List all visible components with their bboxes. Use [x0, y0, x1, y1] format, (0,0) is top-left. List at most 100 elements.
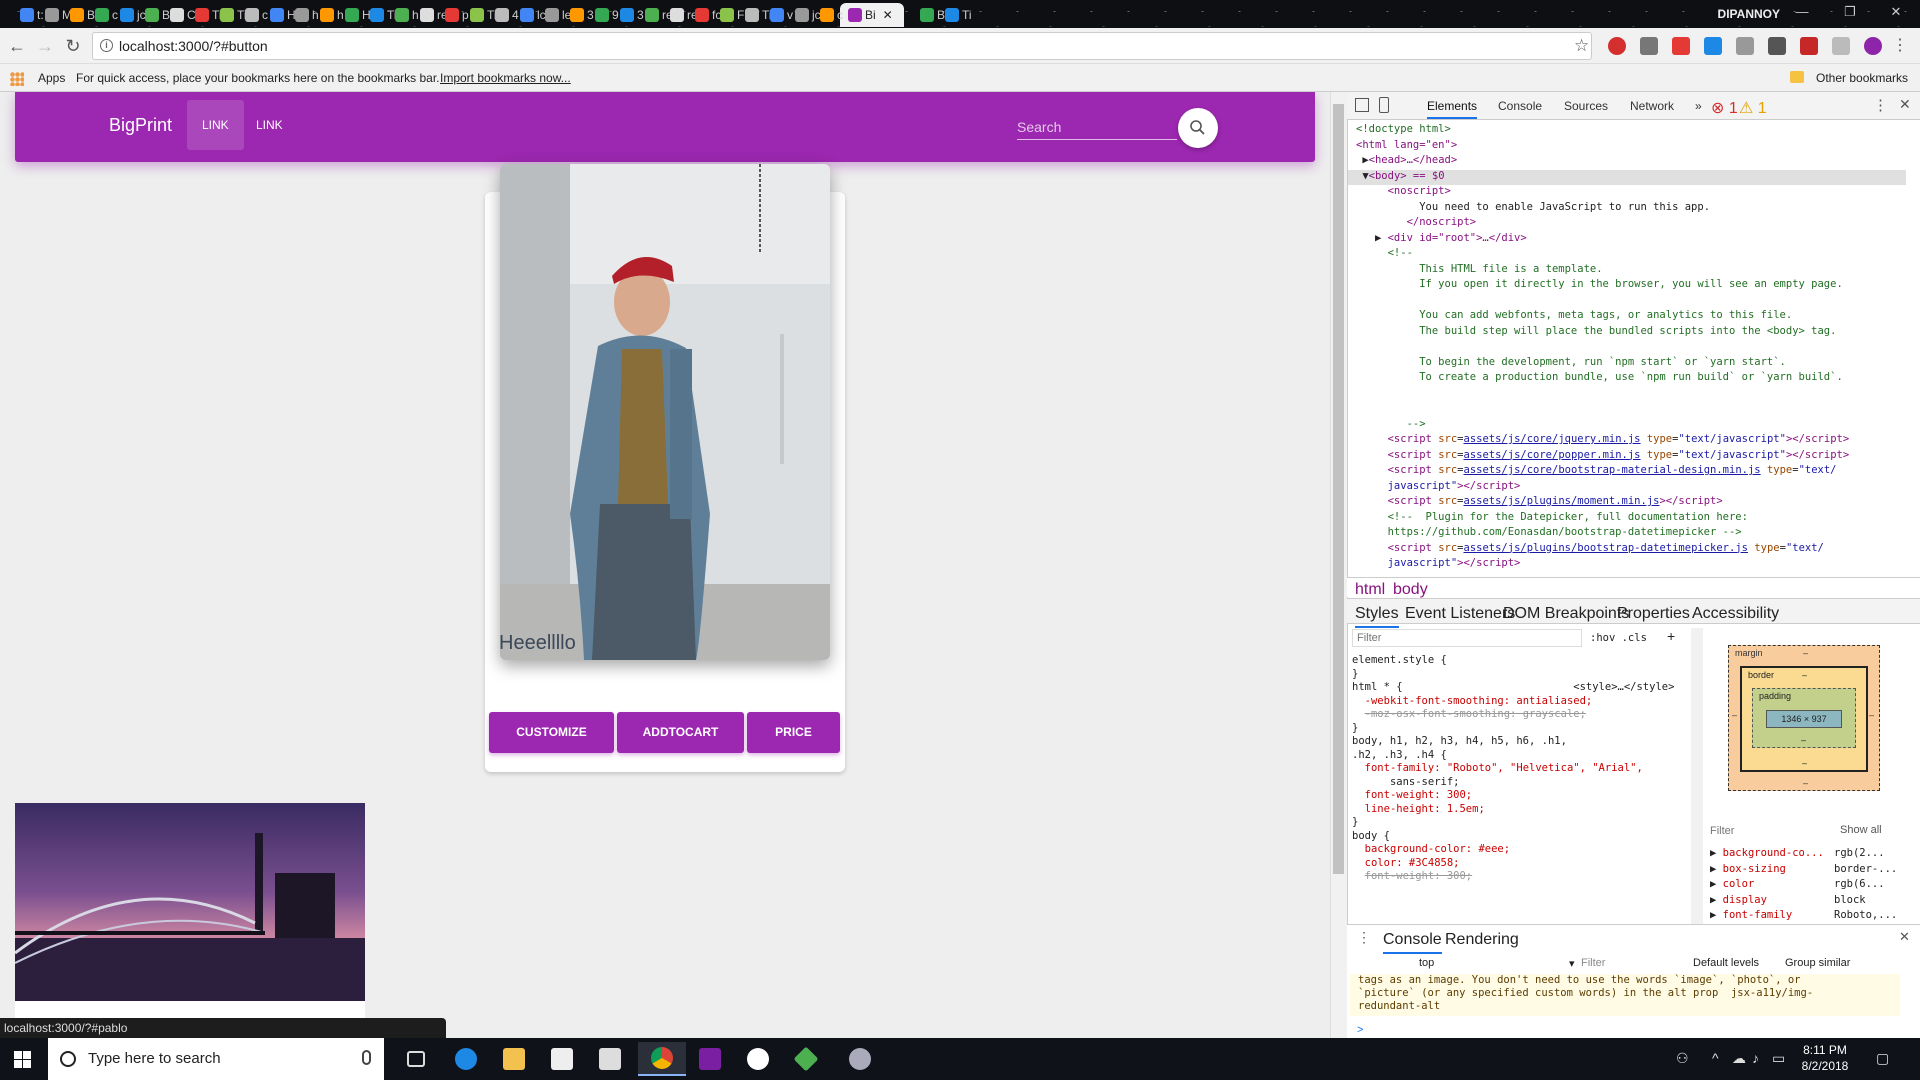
- add-to-cart-button[interactable]: ADDTOCART: [617, 712, 744, 753]
- computed-property-row[interactable]: ▶ font-family Roboto,...: [1710, 908, 1900, 924]
- microphone-icon[interactable]: [362, 1050, 371, 1065]
- chevron-up-icon[interactable]: ^: [1712, 1050, 1719, 1066]
- drawer-tab-console[interactable]: Console: [1383, 931, 1442, 954]
- apps-shortcut[interactable]: Apps: [38, 71, 65, 85]
- restore-icon[interactable]: ❐: [1830, 4, 1870, 24]
- breadcrumb-html[interactable]: html: [1355, 581, 1385, 599]
- breadcrumb-body[interactable]: body: [1393, 581, 1428, 599]
- adblock-icon[interactable]: [1672, 37, 1690, 55]
- tab-styles[interactable]: Styles: [1355, 605, 1399, 628]
- dom-head[interactable]: <head>…</head>: [1369, 154, 1458, 166]
- log-levels-select[interactable]: Default levels: [1693, 957, 1759, 969]
- computed-property-row[interactable]: ▶ color rgb(6...: [1710, 877, 1900, 893]
- bridge-image[interactable]: [15, 803, 365, 1001]
- box-model-content[interactable]: 1346 × 937: [1766, 710, 1842, 728]
- dom-body[interactable]: <body> == $0: [1369, 170, 1445, 182]
- other-bookmarks[interactable]: Other bookmarks: [1816, 71, 1908, 85]
- brand-logo[interactable]: BigPrint: [109, 115, 172, 136]
- tab-elements[interactable]: Elements: [1427, 99, 1478, 119]
- tab-accessibility[interactable]: Accessibility: [1692, 605, 1779, 623]
- search-button[interactable]: [1178, 108, 1218, 148]
- box-model-value[interactable]: –: [1802, 758, 1807, 768]
- reload-icon[interactable]: ↻: [61, 34, 85, 58]
- group-similar-checkbox[interactable]: Group similar: [1785, 957, 1850, 969]
- styles-filter-input[interactable]: [1352, 629, 1582, 647]
- volume-icon[interactable]: ♪: [1752, 1050, 1759, 1066]
- box-model-value[interactable]: –: [1801, 735, 1806, 745]
- box-model-value[interactable]: –: [1803, 648, 1808, 658]
- script-src-link[interactable]: assets/js/plugins/bootstrap-datetimepick…: [1464, 542, 1748, 554]
- dom-tree[interactable]: <!doctype html> <html lang="en"> ▶<head>…: [1356, 122, 1904, 572]
- network-icon[interactable]: ▭: [1772, 1050, 1785, 1067]
- nav-link-2[interactable]: LINK: [241, 100, 298, 150]
- css-declaration[interactable]: color: #3C4858;: [1365, 857, 1460, 869]
- profile-name[interactable]: DIPANNOY: [1718, 7, 1780, 21]
- windows-start-icon[interactable]: [14, 1051, 31, 1068]
- css-declaration-overridden[interactable]: -moz-osx-font-smoothing: grayscale;: [1365, 708, 1586, 720]
- system-clock[interactable]: 8:11 PM 8/2/2018: [1790, 1042, 1860, 1074]
- show-all-checkbox[interactable]: Show all: [1840, 824, 1882, 836]
- computed-filter-input[interactable]: [1710, 822, 1830, 840]
- cloud-icon[interactable]: ☁: [1732, 1050, 1746, 1067]
- script-src-link[interactable]: assets/js/core/popper.min.js: [1464, 449, 1641, 461]
- tab-properties[interactable]: Properties: [1617, 605, 1690, 623]
- store-icon[interactable]: [551, 1048, 573, 1070]
- context-select[interactable]: top: [1419, 957, 1434, 969]
- computed-property-row[interactable]: ▶ display block: [1710, 893, 1900, 909]
- extension-icon[interactable]: [1608, 37, 1626, 55]
- extension-icon[interactable]: [1704, 37, 1722, 55]
- mail-icon[interactable]: [599, 1048, 621, 1070]
- script-src-link[interactable]: assets/js/plugins/moment.min.js: [1464, 495, 1660, 507]
- site-info-icon[interactable]: i: [100, 39, 113, 52]
- search-input[interactable]: [1017, 114, 1177, 140]
- extension-icon[interactable]: [1768, 37, 1786, 55]
- box-model-value[interactable]: –: [1869, 710, 1874, 720]
- chrome-menu-icon[interactable]: ⋮: [1892, 35, 1908, 55]
- notifications-icon[interactable]: ▢: [1876, 1050, 1889, 1067]
- extension-icon[interactable]: [1864, 37, 1882, 55]
- people-icon[interactable]: ⚇: [1676, 1050, 1689, 1067]
- computed-property-row[interactable]: ▶ box-sizing border-...: [1710, 862, 1900, 878]
- inspect-element-icon[interactable]: [1355, 98, 1369, 112]
- browser-tab[interactable]: Ti: [937, 3, 981, 27]
- nav-link-1[interactable]: LINK: [187, 100, 244, 150]
- drawer-tab-rendering[interactable]: Rendering: [1445, 931, 1519, 949]
- minimize-icon[interactable]: —: [1782, 4, 1822, 24]
- css-declaration[interactable]: background-color: #eee;: [1365, 843, 1510, 855]
- device-toolbar-icon[interactable]: [1379, 97, 1389, 113]
- styles-scrollbar[interactable]: [1691, 628, 1703, 924]
- console-filter-input[interactable]: Filter: [1567, 957, 1605, 969]
- tab-dom-breakpoints[interactable]: DOM Breakpoints: [1503, 605, 1629, 623]
- warning-count[interactable]: ⚠ 1: [1739, 98, 1767, 118]
- tab-sources[interactable]: Sources: [1564, 99, 1608, 113]
- computed-property-row[interactable]: ▶ background-co... rgb(2...: [1710, 846, 1900, 862]
- css-declaration[interactable]: line-height: 1.5em;: [1365, 803, 1485, 815]
- script-src-link[interactable]: assets/js/core/jquery.min.js: [1464, 433, 1641, 445]
- extension-icon[interactable]: [1640, 37, 1658, 55]
- new-rule-icon[interactable]: +: [1667, 628, 1675, 644]
- cast-icon[interactable]: [1832, 37, 1850, 55]
- app-icon[interactable]: [849, 1048, 871, 1070]
- bookmark-star-icon[interactable]: ☆: [1574, 36, 1589, 56]
- tab-close-icon[interactable]: ✕: [883, 8, 893, 22]
- styles-rules[interactable]: element.style { } html * { <style>…</sty…: [1352, 654, 1692, 884]
- edge-icon[interactable]: [455, 1048, 477, 1070]
- dom-root-div[interactable]: <div id="root">…</div>: [1388, 232, 1527, 244]
- box-model-value[interactable]: –: [1732, 710, 1737, 720]
- phpstorm-icon[interactable]: [699, 1048, 721, 1070]
- tab-network[interactable]: Network: [1630, 99, 1674, 113]
- forward-icon[interactable]: →: [33, 34, 57, 58]
- import-bookmarks-link[interactable]: Import bookmarks now...: [440, 71, 571, 85]
- browser-tab[interactable]: c: [812, 3, 856, 27]
- tab-event-listeners[interactable]: Event Listeners: [1405, 605, 1515, 623]
- box-model-value[interactable]: –: [1802, 670, 1807, 680]
- apps-grid-icon[interactable]: [10, 72, 24, 86]
- rule-source[interactable]: <style>…</style>: [1573, 681, 1674, 693]
- drawer-close-icon[interactable]: ✕: [1899, 929, 1910, 945]
- file-explorer-icon[interactable]: [503, 1048, 525, 1070]
- close-window-icon[interactable]: ✕: [1876, 4, 1916, 24]
- css-declaration[interactable]: font-family: "Roboto", "Helvetica", "Ari…: [1365, 762, 1643, 774]
- console-prompt[interactable]: >: [1357, 1024, 1363, 1036]
- chrome-icon[interactable]: [651, 1047, 673, 1069]
- devtools-close-icon[interactable]: ✕: [1899, 96, 1911, 113]
